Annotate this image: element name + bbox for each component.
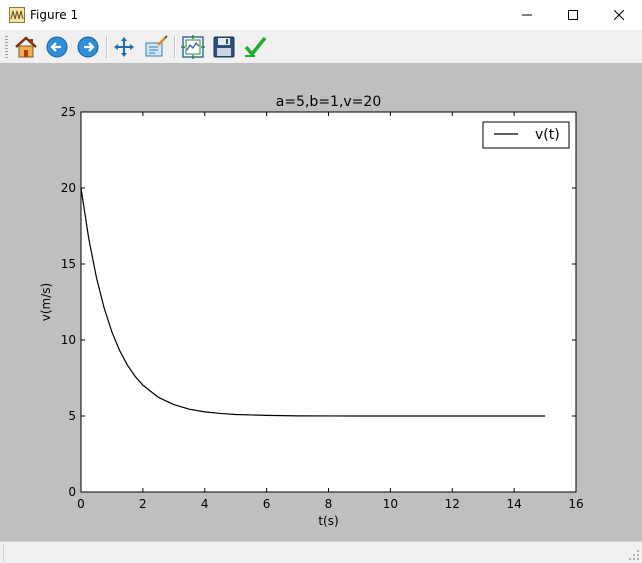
- plot-title: a=5,b=1,v=20: [276, 94, 381, 110]
- figure-canvas[interactable]: 0 2 4 6 8 10 12 14 16 0 5 10 15 20 25 a=5,b=1,v=20 t(s…: [0, 63, 642, 541]
- forward-arrow-icon: [77, 36, 99, 58]
- x-tick-label: 10: [383, 497, 398, 511]
- maximize-icon: [568, 10, 578, 20]
- save-button[interactable]: [211, 34, 237, 60]
- back-button[interactable]: [44, 34, 70, 60]
- zoom-rect-icon: [145, 35, 168, 57]
- subplots-button[interactable]: [180, 34, 206, 60]
- minimize-button[interactable]: [504, 0, 550, 30]
- pan-move-icon: [114, 37, 134, 57]
- x-tick-label: 8: [325, 497, 333, 511]
- minimize-icon: [522, 14, 532, 16]
- x-tick-label: 12: [445, 497, 460, 511]
- back-arrow-icon: [46, 36, 68, 58]
- close-icon: [614, 10, 624, 20]
- y-axis-title: v(m/s): [39, 283, 53, 321]
- y-tick-label: 25: [61, 105, 76, 119]
- window-title: Figure 1: [30, 8, 79, 22]
- pan-button[interactable]: [111, 34, 137, 60]
- y-tick-label: 5: [68, 409, 76, 423]
- forward-button[interactable]: [75, 34, 101, 60]
- x-tick-label: 16: [568, 497, 583, 511]
- y-tick-label: 0: [68, 485, 76, 499]
- y-tick-label: 10: [61, 333, 76, 347]
- status-bar: [0, 541, 642, 563]
- edit-check-icon: [244, 36, 267, 57]
- x-tick-label: 4: [201, 497, 209, 511]
- zoom-button[interactable]: [143, 34, 169, 60]
- home-icon: [15, 36, 37, 58]
- home-button[interactable]: [13, 34, 39, 60]
- title-bar[interactable]: Figure 1: [0, 0, 642, 30]
- close-button[interactable]: [596, 0, 642, 30]
- navigation-toolbar: [0, 30, 642, 63]
- y-tick-label: 15: [61, 257, 76, 271]
- figure-window: Figure 1 0 2 4 6 8 10 12 14 16 0 5 10 15…: [0, 0, 642, 563]
- legend-label: v(t): [535, 127, 560, 143]
- toolbar-separator: [174, 36, 176, 58]
- edit-button[interactable]: [242, 34, 268, 60]
- x-tick-label: 0: [77, 497, 85, 511]
- y-tick-label: 20: [61, 181, 76, 195]
- toolbar-separator: [106, 36, 108, 58]
- x-tick-label: 2: [139, 497, 147, 511]
- x-axis-title: t(s): [318, 514, 338, 528]
- legend: v(t): [482, 121, 570, 149]
- status-bar-divider: [3, 544, 4, 562]
- line-chart: 0 2 4 6 8 10 12 14 16 0 5 10 15 20 25 a=5,b=1,v=20 t(s…: [39, 94, 584, 528]
- subplots-config-icon: [181, 35, 205, 59]
- toolbar-grip[interactable]: [5, 36, 8, 58]
- resize-grip-icon[interactable]: [628, 549, 640, 561]
- x-tick-label: 6: [263, 497, 271, 511]
- save-floppy-icon: [213, 36, 235, 58]
- maximize-button[interactable]: [550, 0, 596, 30]
- matplotlib-figure-icon: [9, 7, 25, 23]
- axes-background: [80, 111, 577, 493]
- x-tick-label: 14: [506, 497, 521, 511]
